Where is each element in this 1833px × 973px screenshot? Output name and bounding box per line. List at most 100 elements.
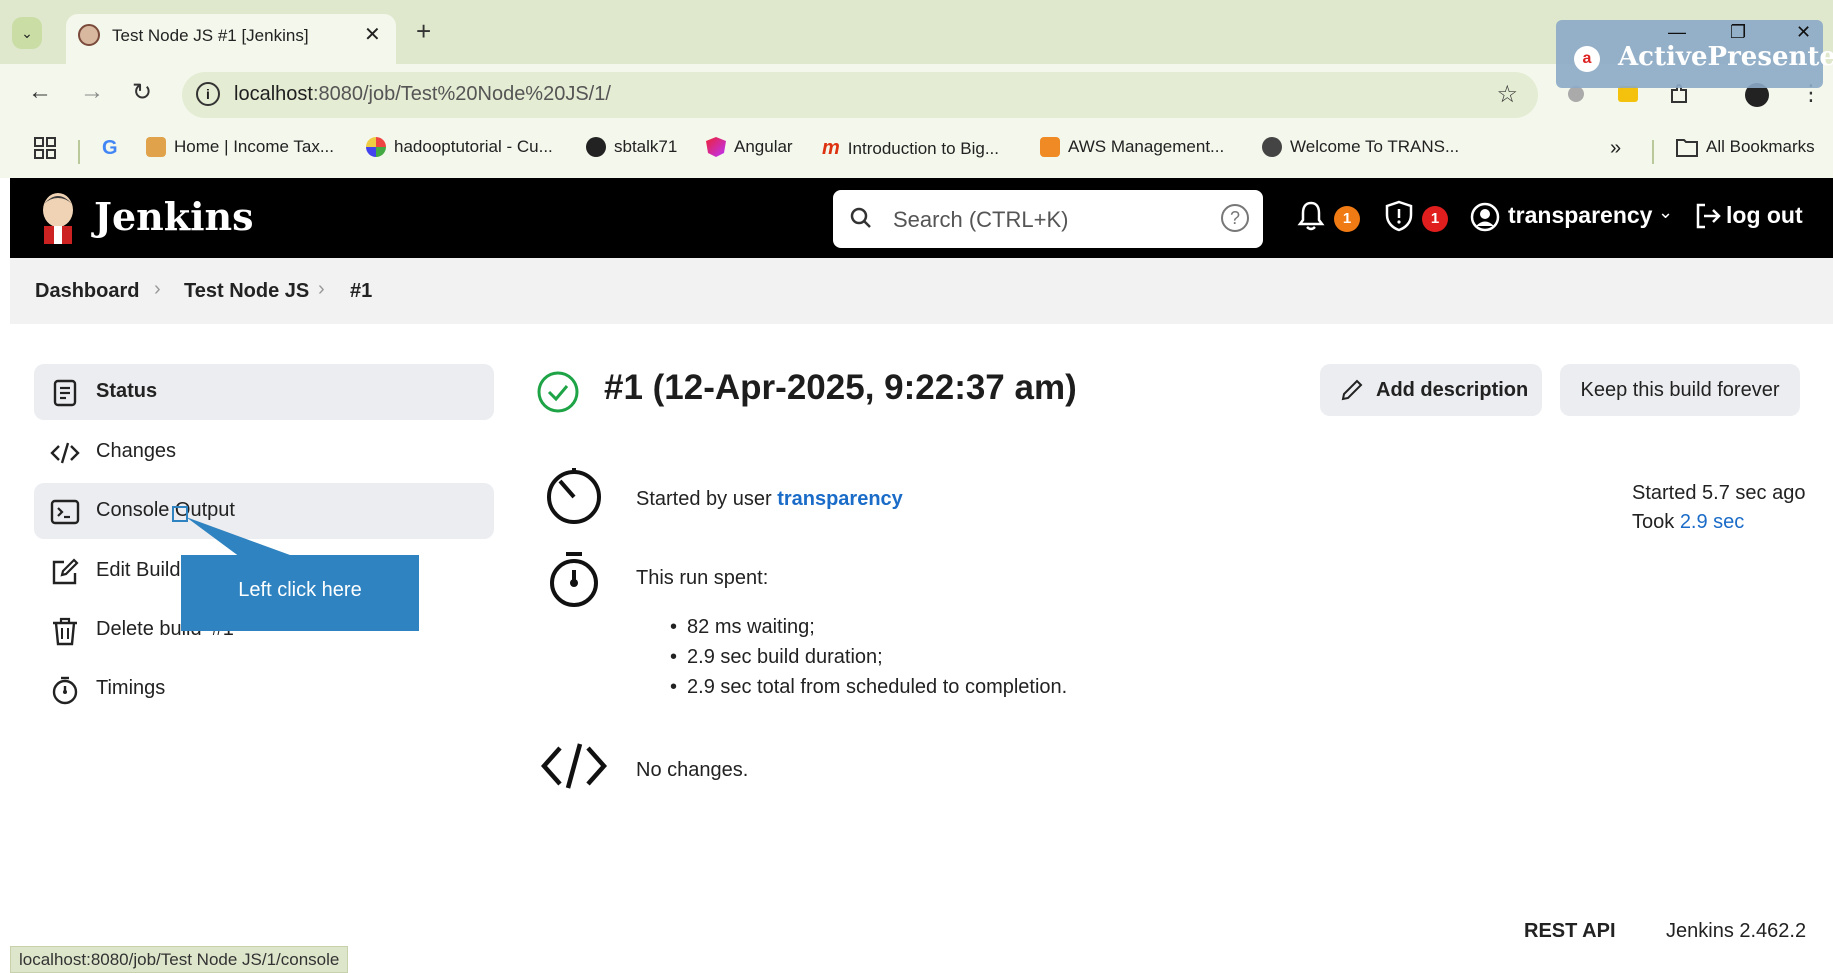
bookmark-google[interactable]: G bbox=[102, 137, 118, 160]
duration-link[interactable]: 2.9 sec bbox=[1680, 511, 1744, 533]
chevron-down-icon[interactable]: ⌄ bbox=[1658, 202, 1673, 223]
bookmarks-divider bbox=[1652, 140, 1654, 164]
stopwatch-icon bbox=[550, 552, 598, 607]
aws-icon bbox=[1040, 137, 1060, 157]
bookmarks-overflow-button[interactable]: » bbox=[1610, 137, 1621, 160]
success-check-icon bbox=[537, 371, 579, 413]
logout-link[interactable]: log out bbox=[1726, 202, 1803, 229]
breadcrumb-test-node-js[interactable]: Test Node JS bbox=[184, 280, 309, 303]
angular-icon bbox=[706, 137, 726, 157]
restore-icon[interactable]: ❐ bbox=[1730, 22, 1746, 43]
breadcrumb-dashboard[interactable]: Dashboard bbox=[35, 280, 139, 303]
callout-text: Left click here bbox=[238, 579, 362, 601]
browser-tab[interactable]: Test Node JS #1 [Jenkins] ✕ bbox=[66, 14, 396, 64]
sidebar-item-changes[interactable]: Changes bbox=[34, 424, 494, 480]
terminal-icon bbox=[50, 499, 80, 525]
sidebar-item-label: Timings bbox=[96, 677, 166, 699]
breadcrumb-separator: › bbox=[318, 278, 325, 300]
close-tab-icon[interactable]: ✕ bbox=[364, 22, 381, 47]
globe-icon bbox=[1262, 137, 1282, 157]
list-item: 2.9 sec build duration; bbox=[670, 642, 1067, 672]
timer-icon bbox=[547, 468, 601, 524]
bookmarks-bar: G Home | Income Tax... hadooptutorial - … bbox=[0, 126, 1833, 178]
jenkins-favicon-icon bbox=[78, 24, 100, 46]
jenkins-header: Jenkins Search (CTRL+K) ? 1 1 transparen… bbox=[10, 178, 1833, 258]
address-bar[interactable]: i localhost:8080/job/Test%20Node%20JS/1/… bbox=[182, 72, 1538, 118]
m-icon: m bbox=[822, 137, 840, 159]
search-input[interactable]: Search (CTRL+K) ? bbox=[833, 190, 1263, 248]
forward-arrow-icon[interactable]: → bbox=[80, 78, 104, 106]
notifications-badge[interactable]: 1 bbox=[1334, 206, 1360, 232]
run-spent-label: This run spent: bbox=[636, 567, 769, 589]
logout-icon[interactable] bbox=[1694, 202, 1722, 230]
started-by-user-link[interactable]: transparency bbox=[777, 488, 903, 510]
document-icon bbox=[53, 379, 77, 407]
reload-icon[interactable]: ↻ bbox=[132, 78, 152, 107]
pencil-icon bbox=[1341, 379, 1363, 401]
help-icon[interactable]: ? bbox=[1221, 204, 1249, 232]
bookmark-trans[interactable]: Welcome To TRANS... bbox=[1262, 137, 1459, 157]
list-item: 82 ms waiting; bbox=[670, 612, 1067, 642]
address-url[interactable]: localhost:8080/job/Test%20Node%20JS/1/ bbox=[234, 83, 611, 106]
chevron-down-icon: ⌄ bbox=[21, 24, 33, 41]
sidebar-item-timings[interactable]: Timings bbox=[34, 661, 494, 717]
browser-status-bar: localhost:8080/job/Test Node JS/1/consol… bbox=[10, 946, 349, 973]
income-tax-icon bbox=[146, 137, 166, 157]
site-info-icon[interactable]: i bbox=[196, 82, 220, 106]
pinwheel-icon bbox=[366, 137, 386, 157]
user-avatar-icon[interactable] bbox=[1470, 202, 1500, 232]
bookmark-star-icon[interactable]: ☆ bbox=[1496, 80, 1518, 109]
bookmark-aws[interactable]: AWS Management... bbox=[1040, 137, 1224, 157]
breadcrumb-build-1[interactable]: #1 bbox=[350, 280, 372, 303]
security-shield-icon[interactable] bbox=[1384, 200, 1414, 232]
search-icon bbox=[850, 207, 871, 228]
jenkins-version-link[interactable]: Jenkins 2.462.2 bbox=[1666, 920, 1806, 943]
sidebar-item-label: Changes bbox=[96, 440, 177, 462]
bookmark-sbtalk71[interactable]: sbtalk71 bbox=[586, 137, 677, 157]
security-badge[interactable]: 1 bbox=[1422, 206, 1448, 232]
bookmark-hadooptutorial[interactable]: hadooptutorial - Cu... bbox=[366, 137, 553, 157]
code-icon bbox=[540, 743, 608, 789]
all-bookmarks-button[interactable]: All Bookmarks bbox=[1676, 137, 1815, 157]
search-placeholder: Search (CTRL+K) bbox=[893, 207, 1069, 232]
sidebar-item-label: Status bbox=[96, 380, 158, 402]
stopwatch-icon bbox=[52, 676, 78, 705]
code-icon bbox=[50, 442, 80, 464]
add-description-button[interactable]: Add description bbox=[1320, 364, 1542, 416]
build-duration: Took 2.9 sec bbox=[1632, 511, 1745, 533]
started-ago: Started 5.7 sec ago bbox=[1632, 482, 1806, 504]
user-menu[interactable]: transparency bbox=[1508, 202, 1652, 229]
page-title: #1 (12-Apr-2025, 9:22:37 am) bbox=[604, 368, 1077, 407]
breadcrumb: Dashboard › Test Node JS › #1 bbox=[10, 258, 1833, 324]
close-icon[interactable]: ✕ bbox=[1796, 22, 1811, 43]
breadcrumb-separator: › bbox=[154, 278, 161, 300]
callout-box: Left click here bbox=[181, 555, 419, 631]
bookmark-angular[interactable]: Angular bbox=[706, 137, 793, 157]
minimize-icon[interactable]: — bbox=[1668, 22, 1686, 43]
keep-build-forever-button[interactable]: Keep this build forever bbox=[1560, 364, 1800, 416]
bookmarks-divider bbox=[78, 140, 80, 164]
edit-icon bbox=[52, 558, 79, 585]
jenkins-brand[interactable]: Jenkins bbox=[94, 194, 254, 239]
run-spent-list: 82 ms waiting; 2.9 sec build duration; 2… bbox=[670, 612, 1067, 702]
github-icon bbox=[586, 137, 606, 157]
activepresenter-overlay: — ❐ ✕ a ActivePresenter bbox=[1556, 20, 1833, 88]
started-by: Started by user transparency bbox=[636, 488, 903, 510]
folder-icon bbox=[1676, 139, 1698, 157]
sidebar-item-status[interactable]: Status bbox=[34, 364, 494, 420]
jenkins-logo-icon[interactable] bbox=[36, 190, 80, 246]
list-item: 2.9 sec total from scheduled to completi… bbox=[670, 672, 1067, 702]
activepresenter-logo-icon: a bbox=[1574, 46, 1600, 72]
trash-icon bbox=[53, 617, 77, 646]
bookmark-income-tax[interactable]: Home | Income Tax... bbox=[146, 137, 334, 157]
notifications-bell-icon[interactable] bbox=[1296, 200, 1326, 232]
activepresenter-name: ActivePresenter bbox=[1618, 42, 1833, 72]
back-arrow-icon[interactable]: ← bbox=[28, 78, 52, 106]
new-tab-button[interactable]: + bbox=[416, 16, 431, 47]
tab-title: Test Node JS #1 [Jenkins] bbox=[112, 26, 309, 45]
apps-grid-icon[interactable] bbox=[34, 137, 56, 159]
rest-api-link[interactable]: REST API bbox=[1524, 920, 1616, 943]
no-changes-text: No changes. bbox=[636, 759, 749, 781]
bookmark-introduction-to-big[interactable]: m Introduction to Big... bbox=[822, 137, 999, 160]
tab-search-button[interactable]: ⌄ bbox=[12, 17, 42, 49]
